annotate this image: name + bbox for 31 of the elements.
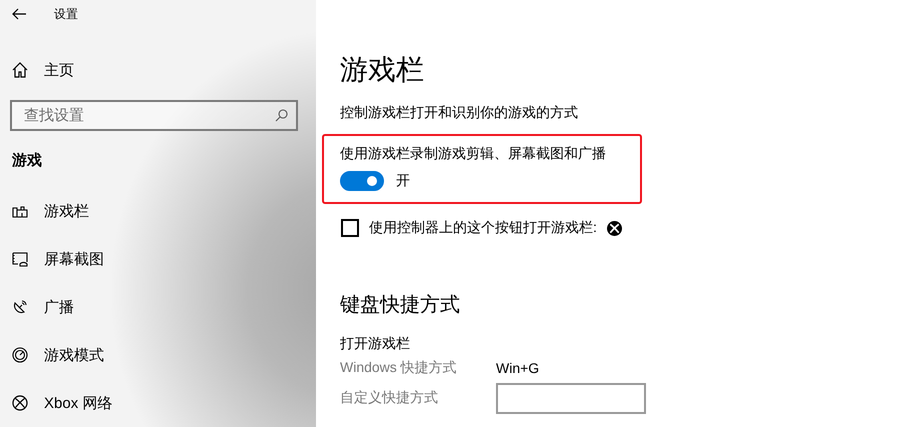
xbox-icon — [606, 220, 622, 236]
description-text: 控制游戏栏打开和识别你的游戏的方式 — [340, 103, 578, 122]
group-label: 打开游戏栏 — [340, 334, 410, 353]
search-icon — [275, 109, 288, 122]
nav-item[interactable]: 游戏栏 — [0, 198, 316, 224]
section-heading: 键盘快捷方式 — [340, 293, 460, 318]
back-arrow-icon[interactable] — [12, 8, 26, 20]
toggle-label: 使用游戏栏录制游戏剪辑、屏幕截图和广播 — [340, 144, 606, 163]
nav-item[interactable]: Xbox 网络 — [0, 390, 316, 416]
home-icon — [12, 62, 28, 78]
shortcut-label: 自定义快捷方式 — [340, 389, 439, 407]
home-nav-item[interactable]: 主页 — [0, 56, 316, 84]
search-field[interactable]: 查找设置 — [10, 100, 298, 131]
xbox-icon — [12, 395, 28, 411]
toggle-switch[interactable] — [340, 171, 384, 191]
section-heading: 游戏 — [12, 151, 43, 171]
window-title: 设置 — [54, 6, 78, 22]
nav-item[interactable]: 屏幕截图 — [0, 246, 316, 272]
speedometer-icon — [12, 347, 28, 363]
shortcut-label: Windows 快捷方式 — [340, 359, 458, 377]
gamebar-icon — [12, 204, 28, 218]
checkbox-label: 使用控制器上的这个按钮打开游戏栏: — [369, 219, 597, 237]
nav-item[interactable]: 游戏模式 — [0, 342, 316, 368]
satellite-dish-icon — [12, 299, 28, 315]
page-heading: 游戏栏 — [340, 53, 424, 87]
nav-item[interactable]: 广播 — [0, 294, 316, 320]
shortcut-value: Win+G — [496, 360, 540, 376]
toggle-state-text: 开 — [396, 172, 410, 190]
checkbox[interactable] — [341, 219, 359, 237]
shortcut-input-field[interactable] — [496, 382, 646, 414]
screenshot-icon — [12, 251, 28, 267]
